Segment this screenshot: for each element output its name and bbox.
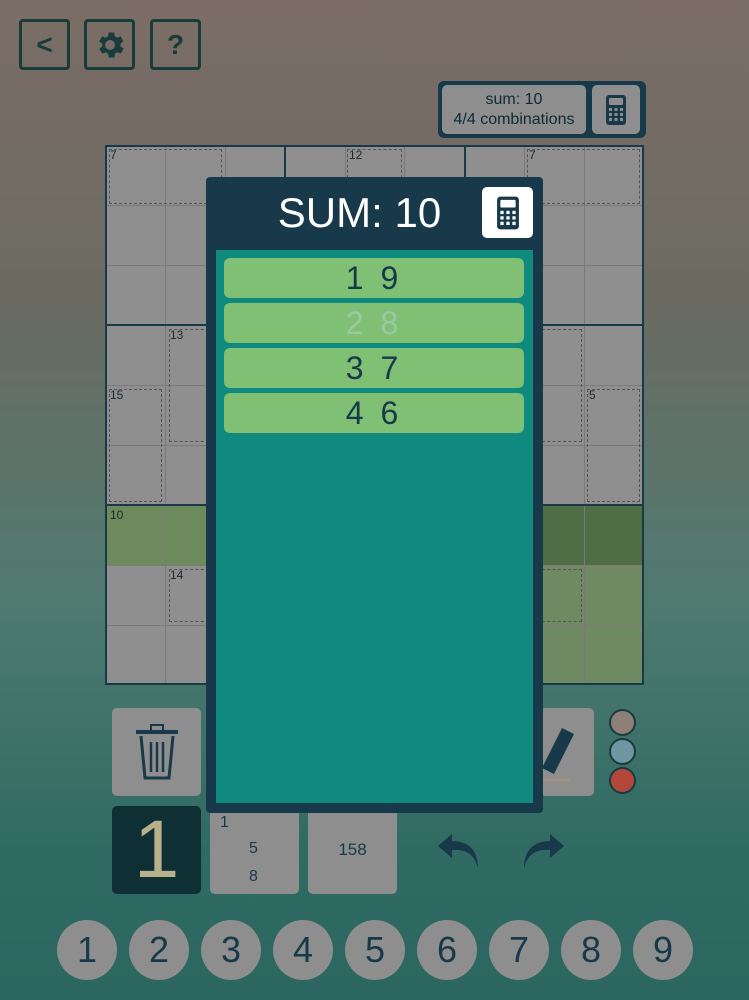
- numpad-label: 6: [436, 929, 458, 970]
- popup-calculator-button[interactable]: [482, 187, 533, 238]
- cage-sum-label: 14: [170, 568, 184, 582]
- numpad-label: 8: [580, 929, 602, 970]
- combination-item[interactable]: 3 7: [224, 348, 524, 388]
- numpad-1[interactable]: 1: [57, 920, 117, 980]
- combination-text: 4 6: [345, 394, 403, 431]
- combination-item[interactable]: 4 6: [224, 393, 524, 433]
- sum-info-sum: sum: 10: [485, 90, 543, 108]
- help-button[interactable]: ?: [150, 19, 201, 70]
- sum-info-panel: sum: 10 4/4 combinations: [438, 81, 646, 138]
- combination-text: 3 7: [345, 349, 403, 386]
- cage-sum-label: 13: [170, 328, 184, 342]
- normal-mode-digit: 1: [133, 804, 180, 895]
- cage-sum-label: 10: [110, 508, 124, 522]
- undo-button[interactable]: [434, 828, 484, 874]
- numpad-label: 5: [364, 929, 386, 970]
- numpad-7[interactable]: 7: [489, 920, 549, 980]
- combination-text: 1 9: [345, 259, 403, 296]
- numpad-label: 4: [292, 929, 314, 970]
- highlight-cell: [542, 505, 642, 565]
- undo-icon: [438, 834, 478, 868]
- normal-mode-button[interactable]: 1: [112, 804, 201, 895]
- cage-sum-label: 15: [110, 388, 124, 402]
- corner-mark: 8: [249, 868, 258, 885]
- sum-combinations-popup: SUM: 10 1 9 2 8 3 7 4 6: [206, 177, 543, 813]
- pencil-icon: [542, 728, 574, 781]
- cage-outline: [109, 389, 162, 502]
- redo-icon: [524, 834, 564, 868]
- combination-item[interactable]: 2 8: [224, 303, 524, 343]
- cage-outline: [527, 149, 640, 204]
- cage-outline: [169, 329, 209, 442]
- combination-item[interactable]: 1 9: [224, 258, 524, 298]
- gear-icon: [98, 32, 124, 57]
- color-swatch-red[interactable]: [609, 767, 636, 794]
- corner-mark: 5: [249, 840, 258, 857]
- center-mode-button[interactable]: 158: [308, 806, 397, 894]
- numpad-label: 2: [148, 929, 170, 970]
- cage-outline: [542, 329, 582, 442]
- pencil-button[interactable]: [540, 708, 594, 796]
- sum-info-combinations: 4/4 combinations: [453, 110, 575, 128]
- question-icon: ?: [166, 28, 185, 60]
- corner-mark: 1: [220, 814, 229, 831]
- redo-button[interactable]: [518, 828, 568, 874]
- numpad-5[interactable]: 5: [345, 920, 405, 980]
- color-swatch-blue[interactable]: [609, 738, 636, 765]
- numpad-label: 3: [220, 929, 242, 970]
- numpad-8[interactable]: 8: [561, 920, 621, 980]
- numpad-6[interactable]: 6: [417, 920, 477, 980]
- color-swatch-beige[interactable]: [609, 709, 636, 736]
- numpad-2[interactable]: 2: [129, 920, 189, 980]
- calculator-icon: [496, 196, 519, 229]
- cage-sum-label: 7: [110, 148, 117, 162]
- combination-list: 1 9 2 8 3 7 4 6: [216, 250, 533, 803]
- erase-button[interactable]: [112, 708, 201, 796]
- combination-text: 2 8: [345, 304, 403, 341]
- cage-sum-label: 5: [589, 388, 596, 402]
- calculator-button[interactable]: [592, 85, 640, 134]
- numpad-4[interactable]: 4: [273, 920, 333, 980]
- settings-button[interactable]: [84, 19, 135, 70]
- cage-outline: [587, 389, 640, 502]
- numpad-3[interactable]: 3: [201, 920, 261, 980]
- corner-mode-button[interactable]: 1 5 8: [210, 806, 299, 894]
- back-icon: <: [36, 28, 53, 60]
- sum-info-text: sum: 10 4/4 combinations: [442, 85, 586, 134]
- cage-sum-label: 7: [529, 148, 536, 162]
- numpad-9[interactable]: 9: [633, 920, 693, 980]
- cage-sum-label: 12: [349, 148, 363, 162]
- numpad-label: 9: [652, 929, 674, 970]
- numpad-label: 7: [508, 929, 530, 970]
- back-button[interactable]: <: [19, 19, 70, 70]
- trash-icon: [135, 724, 178, 780]
- cage-outline: [542, 569, 582, 622]
- calculator-icon: [606, 94, 626, 125]
- center-marks: 158: [338, 840, 367, 859]
- numpad-label: 1: [76, 929, 98, 970]
